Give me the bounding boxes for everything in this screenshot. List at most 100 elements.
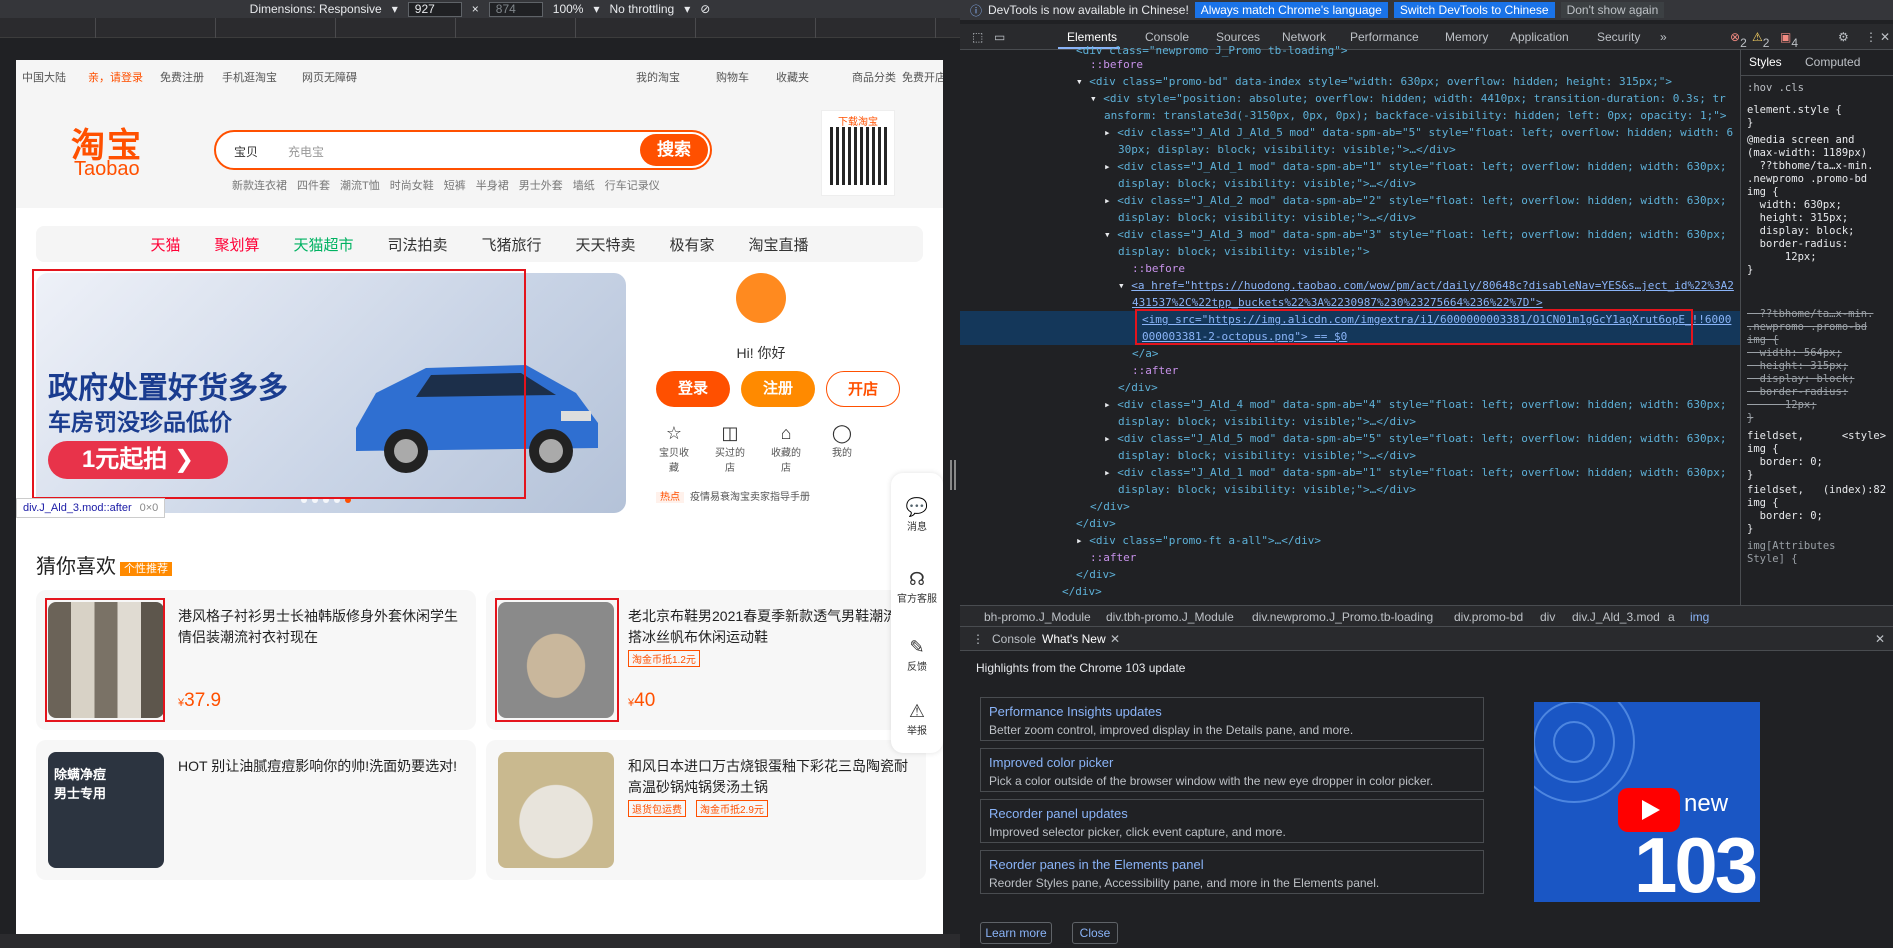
close-button[interactable]: Close bbox=[1072, 922, 1118, 944]
search-category[interactable]: 宝贝 bbox=[234, 143, 258, 160]
feature-card[interactable]: Recorder panel updates Improved selector … bbox=[980, 799, 1484, 843]
close-icon[interactable]: ✕ bbox=[1110, 632, 1120, 646]
breadcrumb-item-current[interactable]: img bbox=[1690, 610, 1709, 624]
dom-line[interactable]: ::before bbox=[1132, 262, 1185, 275]
shortcut-fav-items[interactable]: ☆ 宝贝收藏 bbox=[656, 423, 692, 474]
shortcut-fav-shops[interactable]: ⌂ 收藏的店 bbox=[768, 423, 804, 474]
dom-line[interactable]: display: block; visibility: visible;"> bbox=[1118, 245, 1370, 258]
hot-word[interactable]: 墙纸 bbox=[573, 177, 595, 193]
login-button[interactable]: 登录 bbox=[656, 371, 730, 407]
dimensions-dropdown[interactable]: Dimensions: Responsive bbox=[250, 2, 382, 16]
accessibility-link[interactable]: 网页无障碍 bbox=[302, 69, 357, 85]
nav-juhuasuan[interactable]: 聚划算 bbox=[214, 234, 259, 255]
feature-card[interactable]: Reorder panes in the Elements panel Reord… bbox=[980, 850, 1484, 894]
dom-line[interactable]: ::after bbox=[1090, 551, 1136, 564]
hot-word[interactable]: 四件套 bbox=[297, 177, 330, 193]
hot-word[interactable]: 潮流T恤 bbox=[340, 177, 380, 193]
categories-link[interactable]: 商品分类 bbox=[852, 69, 896, 85]
dom-line[interactable]: display: block; visibility: visible;">…<… bbox=[1118, 177, 1416, 190]
dom-line[interactable]: <a href="https://huodong.taobao.com/wow/… bbox=[1131, 279, 1734, 292]
feature-title[interactable]: Performance Insights updates bbox=[989, 704, 1162, 719]
nav-jiyoujia[interactable]: 极有家 bbox=[670, 234, 715, 255]
nav-tmall[interactable]: 天猫 bbox=[150, 234, 180, 255]
styles-filter[interactable]: :hov .cls bbox=[1747, 82, 1892, 95]
nav-fliggy[interactable]: 飞猪旅行 bbox=[482, 234, 542, 255]
hot-word[interactable]: 新款连衣裙 bbox=[232, 177, 287, 193]
hot-word[interactable]: 半身裙 bbox=[476, 177, 509, 193]
dom-line[interactable]: display: block; visibility: visible;">…<… bbox=[1118, 449, 1416, 462]
close-icon[interactable]: ✕ bbox=[1875, 632, 1885, 646]
dom-line[interactable]: <div class="J_Ald_1 mod" data-spm-ab="1"… bbox=[1117, 160, 1726, 173]
feature-title[interactable]: Improved color picker bbox=[989, 755, 1113, 770]
width-input[interactable]: 927 bbox=[407, 1, 462, 17]
nav-daily-deals[interactable]: 天天特卖 bbox=[576, 234, 636, 255]
dom-line[interactable]: <div class="J_Ald J_Ald_5 mod" data-spm-… bbox=[1117, 126, 1733, 139]
dom-line[interactable]: </div> bbox=[1090, 500, 1130, 513]
region-link[interactable]: 中国大陆 bbox=[22, 69, 66, 85]
my-taobao-link[interactable]: 我的淘宝 bbox=[636, 69, 680, 85]
avatar[interactable] bbox=[736, 273, 786, 323]
dom-line[interactable]: 431537%2C%22tpp_buckets%22%3A%2230987%23… bbox=[1132, 296, 1543, 309]
learn-more-button[interactable]: Learn more bbox=[980, 922, 1052, 944]
feature-title[interactable]: Recorder panel updates bbox=[989, 806, 1128, 821]
shortcut-mine[interactable]: ◯ 我的 bbox=[824, 423, 860, 474]
login-link[interactable]: 亲，请登录 bbox=[88, 69, 143, 85]
register-link[interactable]: 免费注册 bbox=[160, 69, 204, 85]
kebab-menu-icon[interactable]: ⋮ bbox=[972, 632, 984, 646]
open-shop-link[interactable]: 免费开店 bbox=[902, 69, 943, 85]
float-feedback[interactable]: ✎ 反馈 bbox=[891, 637, 943, 673]
tab-styles[interactable]: Styles bbox=[1749, 56, 1782, 69]
dom-line[interactable]: ansform: translate3d(-3150px, 0px, 0px);… bbox=[1104, 109, 1727, 122]
dom-line[interactable]: ::before bbox=[1090, 58, 1143, 71]
dom-line[interactable]: <div class="J_Ald_4 mod" data-spm-ab="4"… bbox=[1117, 398, 1726, 411]
feature-title[interactable]: Reorder panes in the Elements panel bbox=[989, 857, 1204, 872]
close-icon[interactable]: ✕ bbox=[1880, 30, 1890, 44]
dom-line[interactable]: 30px; display: block; visibility: visibl… bbox=[1118, 143, 1456, 156]
float-message[interactable]: 💬 消息 bbox=[891, 497, 943, 533]
style-rule[interactable]: img[Attributes Style] { bbox=[1747, 540, 1892, 566]
drawer-tab-whats-new[interactable]: What's New bbox=[1042, 632, 1106, 646]
dom-line[interactable]: </div> bbox=[1062, 585, 1102, 598]
switch-chinese-button[interactable]: Switch DevTools to Chinese bbox=[1393, 2, 1555, 18]
dom-line[interactable]: display: block; visibility: visible;">…<… bbox=[1118, 415, 1416, 428]
dom-line[interactable]: <div class="J_Ald_2 mod" data-spm-ab="2"… bbox=[1117, 194, 1726, 207]
zoom-dropdown[interactable]: 100% bbox=[553, 2, 584, 16]
style-rule[interactable]: fieldset, <style> img { border: 0; } bbox=[1747, 430, 1892, 482]
notice[interactable]: 热点 疫情易衰淘宝卖家指导手册 bbox=[656, 488, 810, 503]
style-rule[interactable]: @media screen and (max-width: 1189px) ??… bbox=[1747, 134, 1892, 277]
warning-count[interactable]: ⚠ 2 bbox=[1752, 30, 1769, 50]
favorites-link[interactable]: 收藏夹 bbox=[776, 69, 809, 85]
nav-tmall-supermarket[interactable]: 天猫超市 bbox=[293, 234, 353, 255]
height-input[interactable]: 874 bbox=[488, 1, 543, 17]
style-rule[interactable]: fieldset, (index):82 img { border: 0; } bbox=[1747, 484, 1892, 536]
style-rule[interactable]: element.style { } bbox=[1747, 104, 1892, 130]
dom-line[interactable]: </div> bbox=[1118, 381, 1158, 394]
dont-show-button[interactable]: Don't show again bbox=[1560, 2, 1665, 18]
nav-auction[interactable]: 司法拍卖 bbox=[387, 234, 447, 255]
kebab-menu-icon[interactable]: ⋮ bbox=[1865, 30, 1877, 44]
dom-line[interactable]: <div style="position: absolute; overflow… bbox=[1103, 92, 1726, 105]
dom-line[interactable]: <div class="J_Ald_1 mod" data-spm-ab="1"… bbox=[1117, 466, 1726, 479]
dom-line[interactable]: ::after bbox=[1132, 364, 1178, 377]
breadcrumb-item[interactable]: div.tbh-promo.J_Module bbox=[1106, 610, 1234, 624]
breadcrumb-item[interactable]: bh-promo.J_Module bbox=[984, 610, 1091, 624]
nav-live[interactable]: 淘宝直播 bbox=[749, 234, 809, 255]
chrome-103-promo[interactable]: new 103 bbox=[1534, 702, 1760, 902]
download-qr[interactable]: 下载淘宝 bbox=[821, 110, 895, 196]
breadcrumb-item[interactable]: div.J_Ald_3.mod bbox=[1572, 610, 1660, 624]
tab-computed[interactable]: Computed bbox=[1805, 56, 1860, 69]
breadcrumb-item[interactable]: div.promo-bd bbox=[1454, 610, 1523, 624]
register-button[interactable]: 注册 bbox=[741, 371, 815, 407]
dom-line[interactable]: <div class="J_Ald_3 mod" data-spm-ab="3"… bbox=[1117, 228, 1726, 241]
feature-card[interactable]: Improved color picker Pick a color outsid… bbox=[980, 748, 1484, 792]
issues-count[interactable]: ▣ 4 bbox=[1780, 30, 1798, 50]
product-card[interactable]: 除螨净痘 男士专用 HOT 别让油腻痘痘影响你的帅!洗面奶要选对! bbox=[36, 740, 476, 880]
shortcut-bought-shops[interactable]: ◫ 买过的店 bbox=[712, 423, 748, 474]
rotate-icon[interactable]: ⊘ bbox=[700, 2, 710, 16]
breadcrumb-item[interactable]: div.newpromo.J_Promo.tb-loading bbox=[1252, 610, 1433, 624]
hot-word[interactable]: 男士外套 bbox=[519, 177, 563, 193]
bottom-resize-handle[interactable] bbox=[0, 934, 960, 948]
dom-line[interactable]: <div class="J_Ald_5 mod" data-spm-ab="5"… bbox=[1117, 432, 1726, 445]
dom-line[interactable]: display: block; visibility: visible;">…<… bbox=[1118, 211, 1416, 224]
float-service[interactable]: ☊ 官方客服 bbox=[891, 569, 943, 605]
